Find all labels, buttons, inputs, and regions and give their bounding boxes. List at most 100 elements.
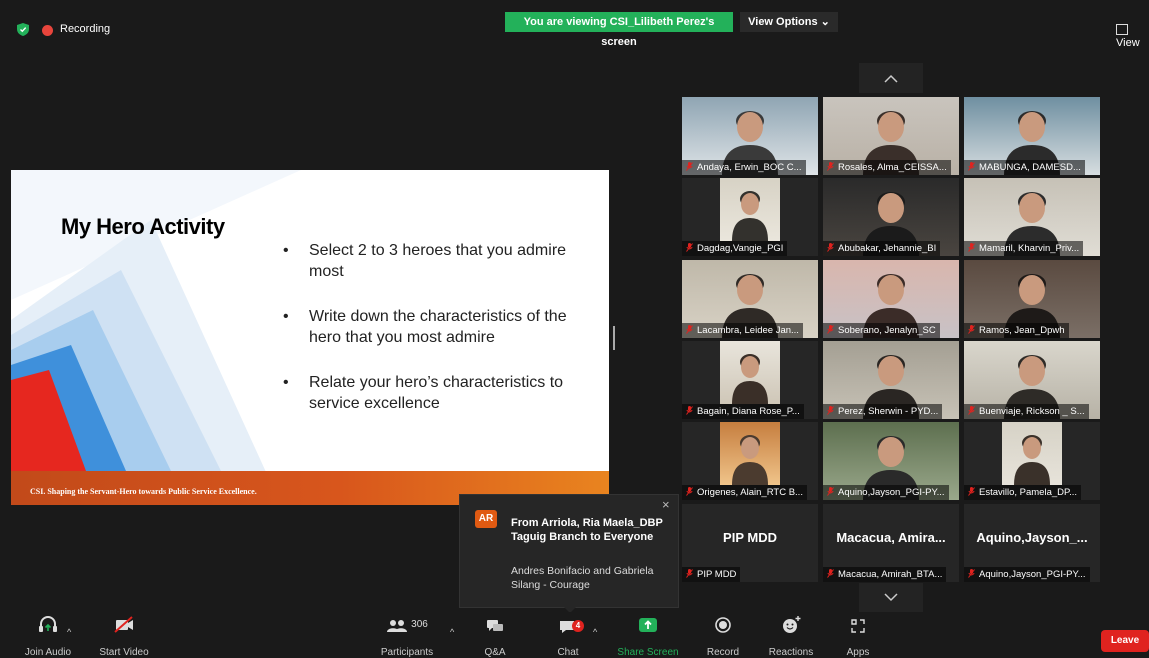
participant-name-tag: Dagdag,Vangie_PGI <box>682 241 788 256</box>
people-icon <box>387 620 408 632</box>
chat-label: Chat <box>557 647 579 658</box>
mic-muted-icon <box>968 569 975 578</box>
slide-title: My Hero Activity <box>61 214 225 239</box>
start-video-button[interactable]: Start Video <box>94 612 154 658</box>
slide-footer-text: CSI. Shaping the Servant-Hero towards Pu… <box>30 487 257 496</box>
gallery-up-button[interactable] <box>859 63 923 93</box>
view-options-button[interactable]: View Options ⌄ <box>740 12 838 32</box>
participant-name: Estavillo, Pamela_DP... <box>979 487 1078 498</box>
resize-handle[interactable] <box>613 326 615 350</box>
chat-unread-badge: 4 <box>572 620 584 632</box>
chevron-up-icon[interactable]: ^ <box>450 627 454 637</box>
participant-tile[interactable]: Soberano, Jenalyn_SC <box>823 260 959 338</box>
participant-tile[interactable]: Perez, Sherwin - PYD... <box>823 341 959 419</box>
chevron-up-icon[interactable]: ^ <box>593 627 597 637</box>
participant-tile[interactable]: Lacambra, Leidee Jan... <box>682 260 818 338</box>
share-screen-button[interactable]: Share Screen <box>616 612 680 658</box>
participant-name: PIP MDD <box>697 569 737 580</box>
chevron-up-icon <box>884 74 898 83</box>
reactions-button[interactable]: Reactions <box>763 612 819 658</box>
participant-tile[interactable]: Rosales, Alma_CEISSA... <box>823 97 959 175</box>
person-silhouette <box>1014 435 1050 485</box>
apps-icon <box>851 619 865 633</box>
participant-name: Perez, Sherwin - PYD... <box>838 406 939 417</box>
leave-button[interactable]: Leave <box>1101 630 1149 652</box>
participant-tile[interactable]: Origenes, Alain_RTC B... <box>682 422 818 500</box>
participant-tile[interactable]: Aquino,Jayson_... Aquino,Jayson_PGI-PY... <box>964 504 1100 582</box>
slide-bullet: • Relate your hero’s characteristics to s… <box>283 372 593 414</box>
participant-name: Bagain, Diana Rose_P... <box>697 406 800 417</box>
mic-muted-icon <box>827 406 834 415</box>
meeting-toolbar: Join Audio ^ Start Video 306 Participant… <box>0 612 1149 658</box>
participant-tile[interactable]: MABUNGA, DAMESD... <box>964 97 1100 175</box>
participants-button[interactable]: 306 Participants <box>375 612 439 658</box>
share-screen-label: Share Screen <box>617 647 679 658</box>
participant-video <box>1002 422 1062 485</box>
gallery-down-button[interactable] <box>859 583 923 613</box>
participant-name-tag: Rosales, Alma_CEISSA... <box>823 160 951 175</box>
apps-button[interactable]: Apps <box>838 612 878 658</box>
participant-name: Abubakar, Jehannie_BI <box>838 243 937 254</box>
participant-name-tag: Origenes, Alain_RTC B... <box>682 485 807 500</box>
mic-muted-icon <box>968 243 975 252</box>
participant-tile[interactable]: Ramos, Jean_Dpwh <box>964 260 1100 338</box>
mic-muted-icon <box>686 325 693 334</box>
grid-view-icon <box>1116 24 1128 35</box>
participant-name-tag: PIP MDD <box>682 567 741 582</box>
participant-tile[interactable]: Buenviaje, Rickson _ S... <box>964 341 1100 419</box>
bullet-dot-icon: • <box>283 374 289 391</box>
bullet-dot-icon: • <box>283 308 289 325</box>
participant-name-tag: Soberano, Jenalyn_SC <box>823 323 940 338</box>
headphone-icon <box>39 616 57 632</box>
participant-name: Rosales, Alma_CEISSA... <box>838 162 947 173</box>
reactions-label: Reactions <box>768 647 814 658</box>
record-button[interactable]: Record <box>701 612 745 658</box>
participant-name-tag: Estavillo, Pamela_DP... <box>964 485 1082 500</box>
participant-display-name: Macacua, Amira... <box>836 530 946 545</box>
participant-name: MABUNGA, DAMESD... <box>979 162 1081 173</box>
participant-display-name: PIP MDD <box>723 530 777 545</box>
chat-message: Andres Bonifacio and Gabriela Silang - C… <box>511 565 654 591</box>
bullet-text: Select 2 to 3 heroes that you admire mos… <box>309 242 567 280</box>
bullet-text: Relate your hero’s characteristics to se… <box>309 374 564 412</box>
mic-muted-icon <box>968 406 975 415</box>
participant-name-tag: Aquino,Jayson_PGI-PY... <box>823 485 949 500</box>
mic-muted-icon <box>686 406 693 415</box>
recording-icon <box>42 25 53 36</box>
participant-name: Aquino,Jayson_PGI-PY... <box>979 569 1086 580</box>
bullet-text: Write down the characteristics of the he… <box>309 308 567 346</box>
participant-tile[interactable]: Mamaril, Kharvin_Priv... <box>964 178 1100 256</box>
participant-video <box>720 422 780 485</box>
participant-tile[interactable]: PIP MDD PIP MDD <box>682 504 818 582</box>
participant-name-tag: MABUNGA, DAMESD... <box>964 160 1085 175</box>
participant-tile[interactable]: Dagdag,Vangie_PGI <box>682 178 818 256</box>
chevron-up-icon[interactable]: ^ <box>67 627 71 637</box>
participant-name-tag: Aquino,Jayson_PGI-PY... <box>964 567 1090 582</box>
participant-tile[interactable]: Aquino,Jayson_PGI-PY... <box>823 422 959 500</box>
person-silhouette <box>732 354 768 404</box>
chat-notification[interactable]: AR From Arriola, Ria Maela_DBP Taguig Br… <box>459 494 679 613</box>
participant-tile[interactable]: Estavillo, Pamela_DP... <box>964 422 1100 500</box>
close-icon[interactable]: × <box>662 497 670 512</box>
shared-screen-slide: My Hero Activity • Select 2 to 3 heroes t… <box>11 170 609 505</box>
participant-name: Aquino,Jayson_PGI-PY... <box>838 487 945 498</box>
participant-video <box>720 341 780 404</box>
participant-tile[interactable]: Andaya, Erwin_BOC C... <box>682 97 818 175</box>
qa-button[interactable]: Q&A <box>475 612 515 658</box>
participant-name: Andaya, Erwin_BOC C... <box>697 162 802 173</box>
reactions-icon <box>783 616 801 633</box>
view-button[interactable]: View <box>1116 24 1149 49</box>
participants-count: 306 <box>411 618 428 630</box>
participant-name-tag: Macacua, Amirah_BTA... <box>823 567 947 582</box>
participant-tile[interactable]: Macacua, Amira... Macacua, Amirah_BTA... <box>823 504 959 582</box>
recording-label: Recording <box>60 23 111 35</box>
participant-tile[interactable]: Abubakar, Jehannie_BI <box>823 178 959 256</box>
share-screen-icon <box>639 618 657 632</box>
participant-tile[interactable]: Bagain, Diana Rose_P... <box>682 341 818 419</box>
participant-name: Lacambra, Leidee Jan... <box>697 325 799 336</box>
mic-muted-icon <box>968 162 975 171</box>
mic-muted-icon <box>827 162 834 171</box>
chat-sender: From Arriola, Ria Maela_DBP Taguig Branc… <box>511 517 663 543</box>
shield-icon[interactable] <box>17 23 29 36</box>
apps-label: Apps <box>846 647 870 658</box>
